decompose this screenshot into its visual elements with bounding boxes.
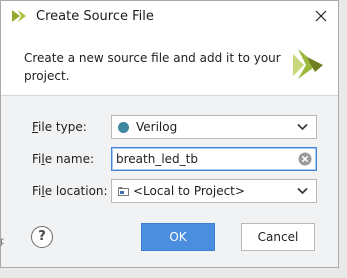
file-location-label: File location: [32, 184, 108, 198]
chevron-down-icon[interactable] [297, 123, 308, 131]
background-window-edge [339, 0, 347, 278]
file-name-value: breath_led_tb [116, 152, 198, 166]
background-text-fragment: p [0, 236, 4, 247]
vivado-icon [12, 10, 26, 22]
file-type-label: File type: [32, 120, 87, 134]
chevron-down-icon[interactable] [297, 187, 308, 195]
header-description: Create a new source file and add it to y… [24, 51, 281, 83]
ok-button[interactable]: OK [141, 223, 215, 251]
file-location-select[interactable]: <Local to Project> [111, 179, 317, 203]
window-title: Create Source File [36, 9, 154, 24]
close-icon[interactable] [312, 7, 330, 25]
file-location-value: <Local to Project> [133, 184, 245, 198]
help-button[interactable]: ? [31, 226, 53, 248]
verilog-dot-icon [118, 122, 129, 133]
vivado-logo-icon [293, 49, 323, 79]
cancel-button[interactable]: Cancel [241, 223, 315, 251]
file-type-select[interactable]: Verilog [111, 115, 317, 139]
dialog-header: Create a new source file and add it to y… [1, 31, 338, 96]
create-source-file-dialog: Create Source File Create a new source f… [0, 0, 339, 268]
file-type-value: Verilog [136, 120, 178, 134]
file-name-label: File name: [32, 152, 94, 166]
clear-icon[interactable] [298, 152, 312, 166]
folder-icon [118, 187, 129, 196]
title-bar[interactable]: Create Source File [1, 1, 338, 31]
background-window-bottom [0, 268, 347, 278]
file-name-input[interactable]: breath_led_tb [111, 147, 317, 171]
